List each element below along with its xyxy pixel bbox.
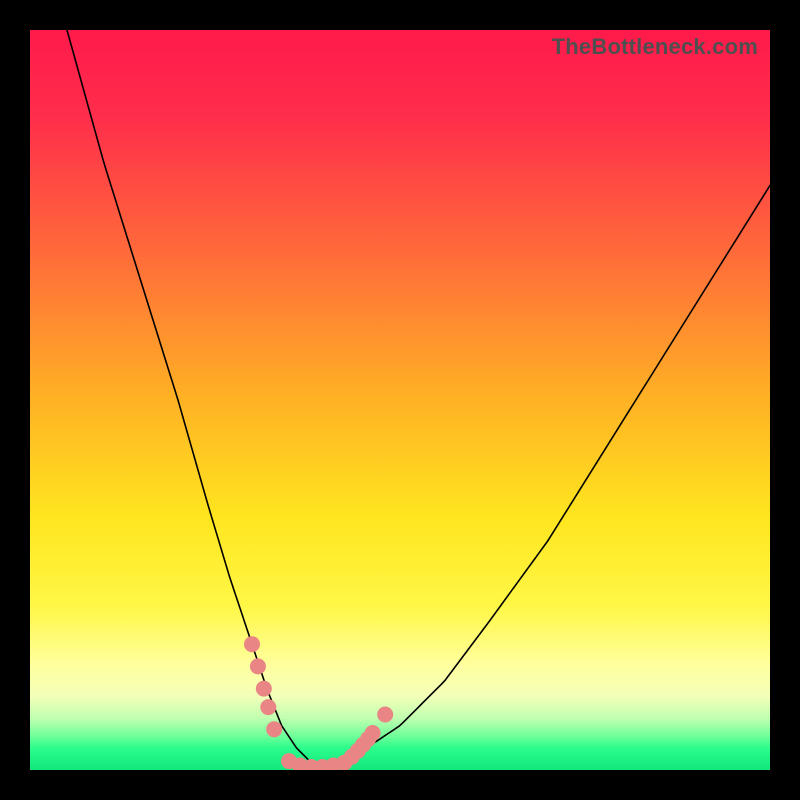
highlight-dot xyxy=(244,636,260,652)
chart-frame: TheBottleneck.com xyxy=(0,0,800,800)
highlight-dot xyxy=(377,707,393,723)
highlight-dot xyxy=(250,658,266,674)
highlight-dot xyxy=(260,699,276,715)
plot-area: TheBottleneck.com xyxy=(30,30,770,770)
highlight-dot xyxy=(266,721,282,737)
curve-layer xyxy=(30,30,770,770)
bottleneck-curve xyxy=(67,30,770,770)
watermark-text: TheBottleneck.com xyxy=(552,34,758,60)
highlight-dots xyxy=(244,636,393,770)
highlight-dot xyxy=(365,725,381,741)
highlight-dot xyxy=(256,681,272,697)
